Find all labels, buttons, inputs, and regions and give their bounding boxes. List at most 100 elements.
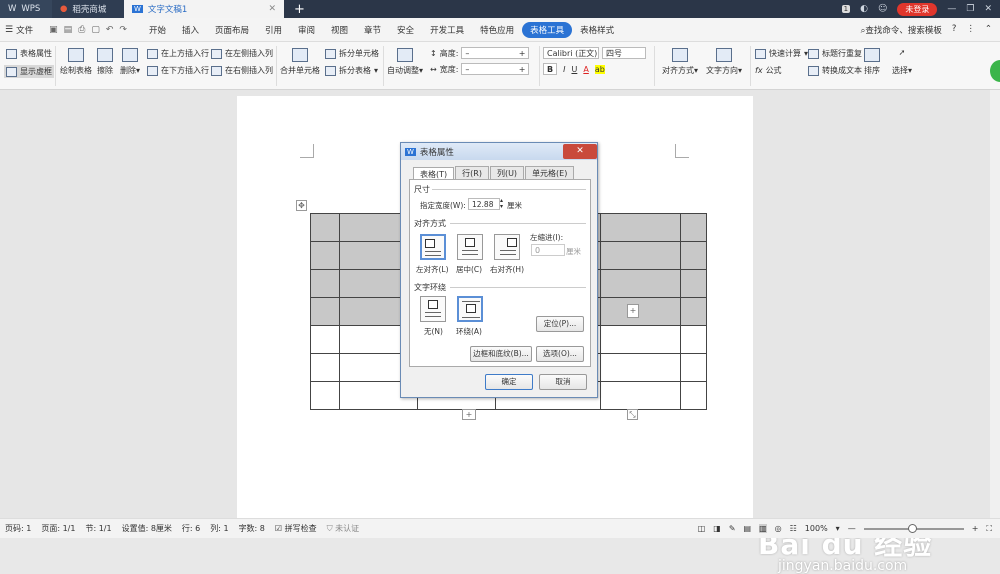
cancel-button[interactable]: 取消	[539, 374, 587, 390]
zoom-slider-thumb[interactable]	[907, 523, 917, 533]
add-row-button[interactable]: +	[462, 409, 476, 420]
tab-document[interactable]: W 文字文稿1 ✕	[124, 0, 284, 18]
eye-protect-icon[interactable]: ◫	[698, 524, 706, 533]
save-icon[interactable]: ▣	[49, 25, 58, 35]
convert-to-text-button[interactable]: 转换成文本	[808, 65, 862, 76]
preview-icon[interactable]: ▢	[91, 25, 100, 35]
erase-button[interactable]: 擦除	[97, 48, 113, 76]
wrap-around-option[interactable]	[457, 296, 483, 322]
align-left-option[interactable]	[420, 234, 446, 260]
wrap-none-option[interactable]	[420, 296, 446, 322]
zoom-slider[interactable]	[863, 523, 964, 533]
table-cell[interactable]	[310, 269, 340, 298]
repeat-header-button[interactable]: 标题行重复	[808, 48, 862, 59]
show-gridlines-button[interactable]: 显示虚框	[4, 65, 54, 78]
ok-button[interactable]: 确定	[485, 374, 533, 390]
table-cell[interactable]	[680, 269, 707, 298]
align-button[interactable]: 对齐方式▾	[662, 48, 698, 76]
table-cell[interactable]	[310, 241, 340, 270]
menu-developer[interactable]: 开发工具	[422, 24, 472, 36]
menu-view[interactable]: 视图	[323, 24, 356, 36]
zoom-in-button[interactable]: +	[972, 524, 979, 533]
menu-review[interactable]: 审阅	[290, 24, 323, 36]
menu-chapter[interactable]: 章节	[356, 24, 389, 36]
quick-calc-button[interactable]: 快速计算 ▾	[755, 48, 808, 59]
insert-row-above-button[interactable]: 在上方插入行	[147, 48, 209, 59]
resize-table-handle[interactable]: ⤡	[627, 409, 638, 420]
certify-status[interactable]: ⛉ 未认证	[327, 523, 360, 534]
zoom-out-button[interactable]: —	[848, 524, 856, 533]
table-cell[interactable]	[310, 213, 340, 242]
insert-col-right-button[interactable]: 在右侧插入列	[211, 65, 273, 76]
table-cell[interactable]	[600, 241, 681, 270]
tab-row[interactable]: 行(R)	[455, 166, 489, 180]
sort-button[interactable]: 排序	[864, 48, 880, 76]
menu-security[interactable]: 安全	[389, 24, 422, 36]
new-tab-button[interactable]: +	[294, 2, 305, 17]
table-cell[interactable]	[600, 297, 681, 326]
menu-features[interactable]: 特色应用	[472, 24, 522, 36]
options-button[interactable]: 选项(O)...	[536, 346, 584, 362]
split-view-icon[interactable]: ◨	[713, 524, 721, 533]
width-input[interactable]: 12.88	[468, 198, 500, 210]
hamburger-icon[interactable]: ☰	[5, 25, 13, 35]
text-direction-button[interactable]: 文字方向▾	[706, 48, 742, 76]
table-cell[interactable]	[310, 381, 340, 410]
page-view-icon[interactable]: ▥	[759, 524, 767, 533]
table-cell[interactable]	[600, 381, 681, 410]
position-button[interactable]: 定位(P)...	[536, 316, 584, 332]
table-cell[interactable]	[680, 381, 707, 410]
table-cell[interactable]	[310, 297, 340, 326]
table-cell[interactable]	[600, 353, 681, 382]
edit-mode-icon[interactable]: ✎	[729, 524, 736, 533]
menu-table-style[interactable]: 表格样式	[572, 24, 622, 36]
table-cell[interactable]	[680, 297, 707, 326]
vertical-scrollbar[interactable]	[990, 90, 1000, 518]
merge-cells-button[interactable]: 合并单元格	[280, 48, 320, 76]
col-width-input[interactable]: – +	[461, 63, 530, 75]
select-button[interactable]: ➚ 选择▾	[892, 48, 912, 76]
menu-table-tools[interactable]: 表格工具	[522, 21, 573, 38]
auto-fit-button[interactable]: 自动调整▾	[387, 48, 423, 76]
redo-icon[interactable]: ↷	[119, 25, 127, 35]
delete-button[interactable]: 删除▾	[120, 48, 140, 76]
table-cell[interactable]	[310, 325, 340, 354]
search-command[interactable]: ⌕查找命令、搜索模板	[861, 24, 942, 36]
borders-shading-button[interactable]: 边框和底纹(B)...	[470, 346, 532, 362]
width-spinner[interactable]: ▴ ▾	[500, 198, 503, 210]
menu-page-layout[interactable]: 页面布局	[207, 24, 257, 36]
table-cell[interactable]	[310, 353, 340, 382]
table-cell[interactable]	[600, 213, 681, 242]
minimize-icon[interactable]: —	[947, 4, 956, 14]
print-icon[interactable]: ⎙	[78, 25, 85, 35]
login-button[interactable]: 未登录	[897, 2, 938, 16]
table-move-handle[interactable]: ✥	[296, 200, 307, 211]
underline-button[interactable]: U	[571, 65, 577, 74]
align-right-option[interactable]	[494, 234, 520, 260]
tab-docer-store[interactable]: ● 稻壳商城	[52, 0, 124, 18]
split-table-button[interactable]: 拆分表格 ▾	[325, 65, 378, 76]
file-menu[interactable]: 文件	[16, 24, 41, 36]
spell-check-toggle[interactable]: ☑ 拼写检查	[275, 523, 317, 534]
tab-column[interactable]: 列(U)	[489, 166, 525, 180]
indent-input[interactable]: 0	[531, 244, 565, 256]
close-tab-icon[interactable]: ✕	[268, 4, 276, 14]
menu-references[interactable]: 引用	[257, 24, 290, 36]
zoom-level[interactable]: 100%	[805, 524, 828, 533]
more-icon[interactable]: ⋮	[966, 24, 975, 36]
draw-table-button[interactable]: 绘制表格	[60, 48, 92, 76]
font-name-select[interactable]: Calibri (正文)	[543, 47, 599, 59]
menu-home[interactable]: 开始	[141, 24, 174, 36]
tab-wps[interactable]: W WPS	[0, 0, 52, 18]
table-cell[interactable]	[680, 241, 707, 270]
web-view-icon[interactable]: ◎	[775, 524, 782, 533]
bold-button[interactable]: B	[543, 63, 558, 75]
skin-icon[interactable]: ◐	[860, 4, 868, 14]
table-properties-button[interactable]: 表格属性	[6, 48, 52, 59]
align-center-option[interactable]	[457, 234, 483, 260]
table-cell[interactable]	[680, 325, 707, 354]
table-cell[interactable]	[680, 353, 707, 382]
dialog-title-bar[interactable]: W 表格属性 ✕	[401, 143, 597, 160]
formula-button[interactable]: fx 公式	[755, 65, 782, 76]
split-cells-button[interactable]: 拆分单元格	[325, 48, 379, 59]
